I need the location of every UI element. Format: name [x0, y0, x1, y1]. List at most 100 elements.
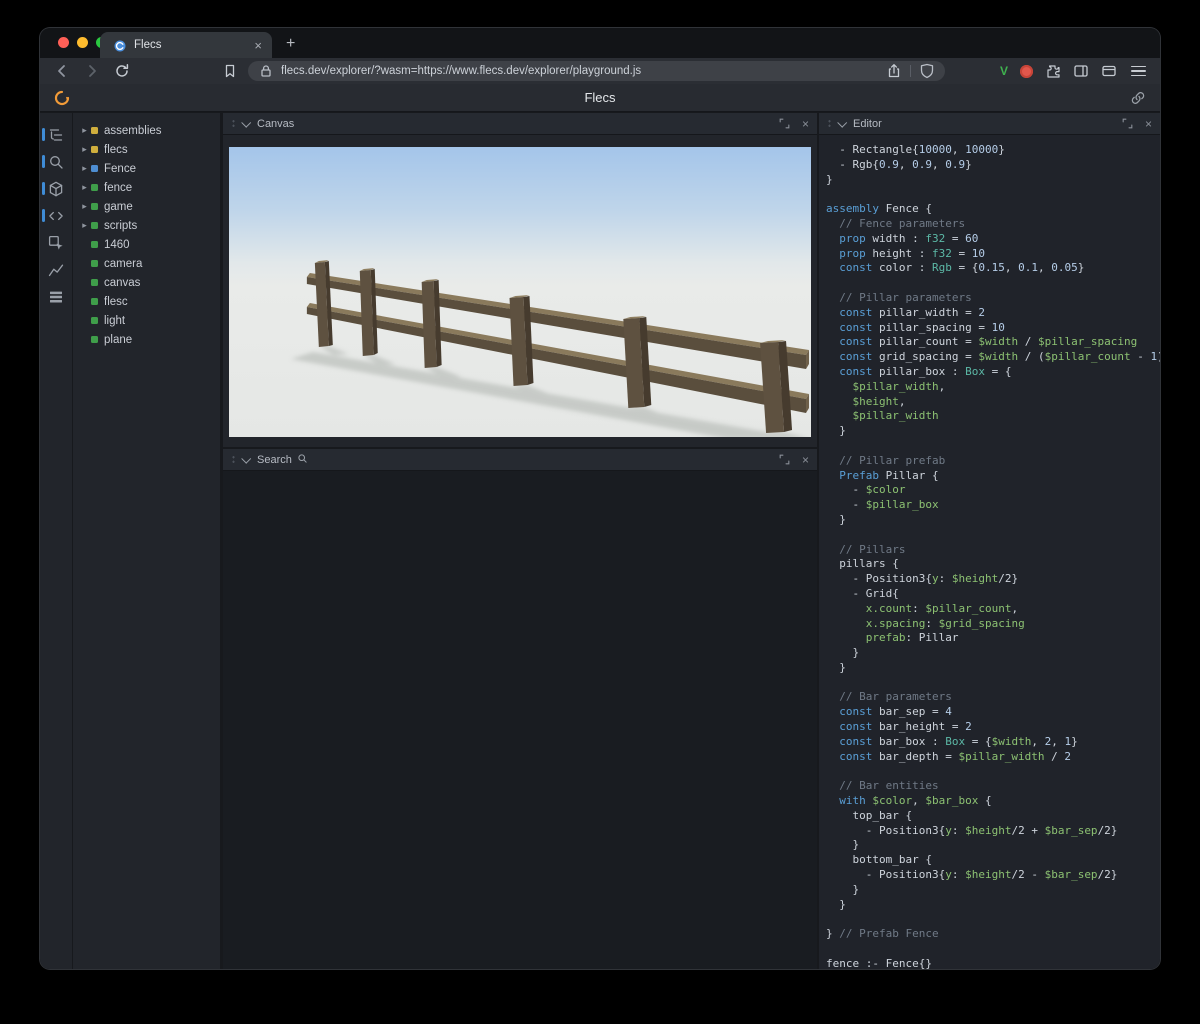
close-panel-icon[interactable]: ×: [802, 118, 809, 130]
collapse-chevron-icon[interactable]: [241, 453, 252, 464]
forward-button[interactable]: [84, 63, 100, 79]
activity-stats-button[interactable]: [40, 283, 72, 310]
search-panel-title: Search: [257, 453, 292, 466]
canvas-panel: Canvas ×: [223, 113, 817, 447]
code-line: // Pillars: [826, 542, 906, 556]
expand-chevron-icon[interactable]: ▸: [79, 220, 90, 231]
activity-search-button[interactable]: [40, 148, 72, 175]
activity-inspect-button[interactable]: [40, 229, 72, 256]
tree-item-label: flesc: [104, 295, 128, 308]
editor-panel-title: Editor: [853, 117, 882, 130]
code-line: // Bar entities: [826, 779, 939, 793]
reload-button[interactable]: [114, 63, 130, 79]
search-panel-header[interactable]: Search ×: [223, 449, 817, 471]
minimize-window-button[interactable]: [77, 37, 88, 48]
divider: [910, 65, 911, 77]
tab-favicon-icon: [114, 39, 126, 52]
expand-chevron-icon[interactable]: ▸: [79, 201, 90, 212]
code-line: prop width : f32 = 60: [826, 231, 979, 245]
entity-kind-swatch: [91, 298, 98, 305]
collapse-chevron-icon[interactable]: [241, 117, 252, 128]
expand-panel-icon[interactable]: [779, 454, 790, 465]
share-icon[interactable]: [886, 63, 902, 79]
new-tab-button[interactable]: +: [286, 32, 295, 56]
expand-panel-icon[interactable]: [1122, 118, 1133, 129]
expand-panel-icon[interactable]: [779, 118, 790, 129]
sidebar-toggle-icon[interactable]: [1073, 63, 1089, 79]
code-line: const bar_depth = $pillar_width / 2: [826, 749, 1072, 763]
code-line: }: [826, 512, 846, 526]
code-line: prop height : f32 = 10: [826, 246, 985, 260]
code-line: assembly Fence {: [826, 202, 932, 216]
activity-code-editor-button[interactable]: [40, 202, 72, 229]
code-editor-icon: [49, 211, 63, 220]
close-panel-icon[interactable]: ×: [1145, 118, 1152, 130]
code-line: top_bar {: [826, 808, 913, 822]
expand-chevron-icon[interactable]: ▸: [79, 144, 90, 155]
tree-item-plane[interactable]: plane: [73, 330, 220, 349]
drag-handle-icon[interactable]: [231, 455, 236, 464]
canvas-panel-header[interactable]: Canvas ×: [223, 113, 817, 135]
code-line: // Pillar prefab: [826, 453, 946, 467]
code-line: - Grid{: [826, 586, 899, 600]
code-line: bottom_bar {: [826, 853, 932, 867]
code-line: $pillar_width,: [826, 379, 946, 393]
wallet-icon[interactable]: [1101, 63, 1117, 79]
code-line: // Bar parameters: [826, 690, 952, 704]
browser-tab[interactable]: Flecs ×: [100, 32, 272, 58]
canvas-3d-view[interactable]: [229, 147, 811, 437]
tree-item-flesc[interactable]: flesc: [73, 292, 220, 311]
expand-chevron-icon[interactable]: ▸: [79, 163, 90, 174]
code-line: x.count: $pillar_count,: [826, 601, 1019, 615]
tree-item-canvas[interactable]: canvas: [73, 273, 220, 292]
code-line: - Position3{y: $height/2}: [826, 572, 1019, 586]
code-line: fence :- Fence{}: [826, 956, 932, 969]
canvas-3d-icon: [49, 181, 63, 196]
collapse-chevron-icon[interactable]: [837, 117, 848, 128]
back-button[interactable]: [54, 63, 70, 79]
code-line: const bar_box : Box = {$width, 2, 1}: [826, 734, 1078, 748]
tree-item-camera[interactable]: camera: [73, 254, 220, 273]
tree-item-assemblies[interactable]: ▸ assemblies: [73, 121, 220, 140]
red-extension-icon[interactable]: [1020, 64, 1033, 78]
tree-item-label: Fence: [104, 162, 136, 175]
entity-kind-swatch: [91, 279, 98, 286]
tree-item-label: plane: [104, 333, 133, 346]
editor-panel-header[interactable]: Editor ×: [819, 113, 1160, 135]
v-extension-icon[interactable]: V: [1000, 64, 1008, 78]
tree-item-flecs[interactable]: ▸ flecs: [73, 140, 220, 159]
tree-item-light[interactable]: light: [73, 311, 220, 330]
tree-item-scripts[interactable]: ▸ scripts: [73, 216, 220, 235]
inspect-icon: [48, 235, 63, 250]
tree-item-label: camera: [104, 257, 143, 270]
address-bar[interactable]: flecs.dev/explorer/?wasm=https://www.fle…: [248, 61, 945, 81]
entity-kind-swatch: [91, 127, 98, 134]
bookmark-icon[interactable]: [222, 63, 238, 79]
close-panel-icon[interactable]: ×: [802, 454, 809, 466]
close-window-button[interactable]: [58, 37, 69, 48]
drag-handle-icon[interactable]: [231, 119, 236, 128]
tree-item-game[interactable]: ▸ game: [73, 197, 220, 216]
tree-item-Fence[interactable]: ▸ Fence: [73, 159, 220, 178]
url-text: flecs.dev/explorer/?wasm=https://www.fle…: [281, 65, 642, 77]
code-line: x.spacing: $grid_spacing: [826, 616, 1025, 630]
menu-icon[interactable]: [1131, 65, 1146, 77]
activity-charts-button[interactable]: [40, 256, 72, 283]
activity-canvas-3d-button[interactable]: [40, 175, 72, 202]
code-area[interactable]: - Rectangle{10000, 10000} - Rgb{0.9, 0.9…: [819, 135, 1160, 969]
extensions-puzzle-icon[interactable]: [1045, 63, 1061, 79]
drag-handle-icon[interactable]: [827, 119, 832, 128]
tree-item-label: game: [104, 200, 133, 213]
tree-item-label: fence: [104, 181, 133, 194]
tab-close-icon[interactable]: ×: [252, 39, 264, 52]
tree-item-1460[interactable]: 1460: [73, 235, 220, 254]
expand-chevron-icon[interactable]: ▸: [79, 125, 90, 136]
activity-entity-tree-button[interactable]: [40, 121, 72, 148]
code-line: pillars {: [826, 557, 899, 571]
tree-item-fence[interactable]: ▸ fence: [73, 178, 220, 197]
brave-shield-icon[interactable]: [919, 63, 935, 79]
expand-chevron-icon[interactable]: ▸: [79, 182, 90, 193]
